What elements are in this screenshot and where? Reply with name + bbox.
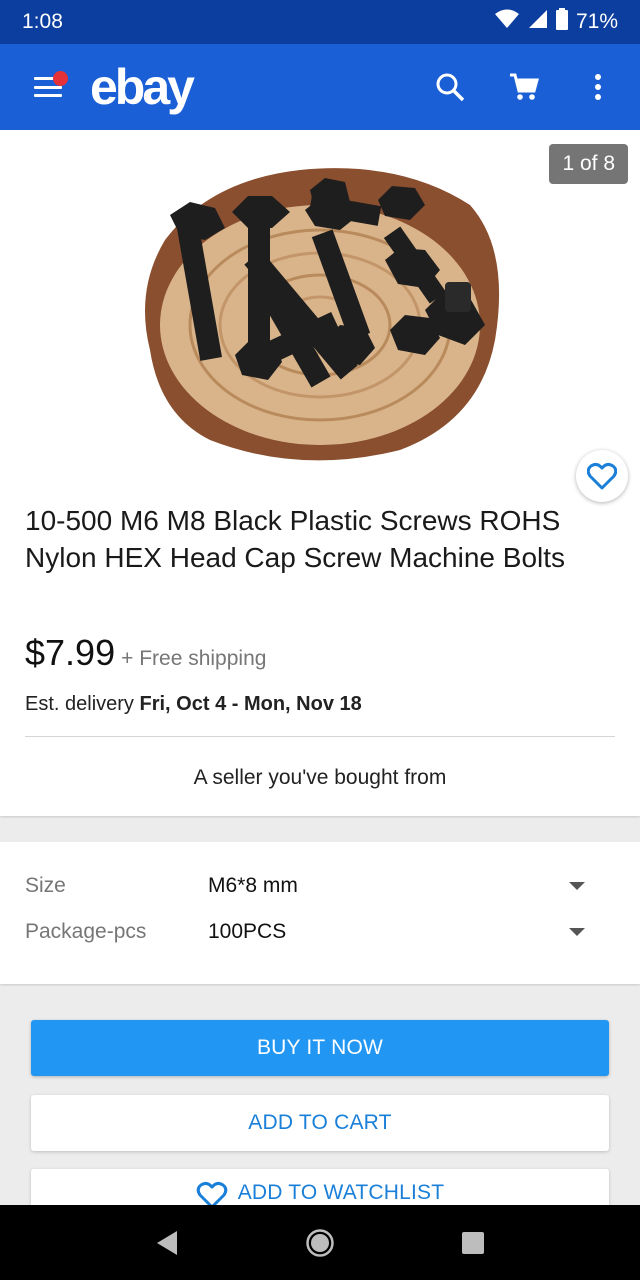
back-button[interactable] xyxy=(137,1213,197,1273)
cart-icon xyxy=(510,73,539,100)
divider xyxy=(25,736,615,737)
product-price: $7.99 xyxy=(25,632,116,673)
product-card: 1 of 8 10-500 M6 M8 Black Plastic Screws… xyxy=(0,130,640,816)
variation-selectors: Size M6*8 mm Package-pcs 100PCS xyxy=(0,842,640,984)
notification-dot xyxy=(53,71,68,86)
watchlist-label: ADD TO WATCHLIST xyxy=(237,1181,445,1204)
buy-it-now-button[interactable]: BUY IT NOW xyxy=(31,1020,609,1076)
product-title: 10-500 M6 M8 Black Plastic Screws ROHS N… xyxy=(25,505,566,573)
menu-button[interactable] xyxy=(18,57,78,117)
back-icon xyxy=(156,1230,177,1255)
delivery-dates: Fri, Oct 4 - Mon, Nov 18 xyxy=(139,693,362,715)
heart-icon xyxy=(587,462,617,490)
chevron-down-icon xyxy=(569,928,585,936)
variation-label: Package-pcs xyxy=(25,920,147,943)
cart-button[interactable] xyxy=(496,59,552,115)
clock: 1:08 xyxy=(22,10,63,33)
shipping-info: + Free shipping xyxy=(121,647,267,670)
more-vert-icon xyxy=(595,74,601,100)
seller-note: A seller you've bought from xyxy=(193,766,447,789)
add-to-cart-button[interactable]: ADD TO CART xyxy=(31,1095,609,1151)
size-selector[interactable]: Size M6*8 mm xyxy=(0,863,640,909)
home-icon xyxy=(306,1228,334,1257)
system-nav-bar xyxy=(0,1205,640,1280)
price-row: $7.99 + Free shipping xyxy=(25,632,266,674)
product-image[interactable]: 1 of 8 xyxy=(0,130,640,480)
home-button[interactable] xyxy=(290,1213,350,1273)
ebay-logo[interactable]: ebay xyxy=(90,58,195,116)
more-options-button[interactable] xyxy=(570,59,626,115)
package-selector[interactable]: Package-pcs 100PCS xyxy=(0,909,640,955)
recents-icon xyxy=(462,1231,485,1254)
battery-level: 71% xyxy=(575,10,618,33)
search-button[interactable] xyxy=(422,59,478,115)
search-icon xyxy=(436,73,465,102)
recents-button[interactable] xyxy=(443,1213,503,1273)
variation-label: Size xyxy=(25,874,66,897)
wifi-icon xyxy=(494,9,520,35)
status-bar: 1:08 71% xyxy=(0,0,640,44)
variation-value: 100PCS xyxy=(208,920,287,943)
image-counter: 1 of 8 xyxy=(549,144,628,184)
chevron-down-icon xyxy=(569,882,585,890)
battery-icon xyxy=(555,8,568,36)
variation-value: M6*8 mm xyxy=(208,874,298,897)
estimated-delivery: Est. delivery Fri, Oct 4 - Mon, Nov 18 xyxy=(25,693,362,716)
favorite-button[interactable] xyxy=(576,450,628,502)
delivery-label: Est. delivery xyxy=(25,693,134,715)
signal-icon xyxy=(528,9,548,35)
app-bar: ebay xyxy=(0,44,640,130)
